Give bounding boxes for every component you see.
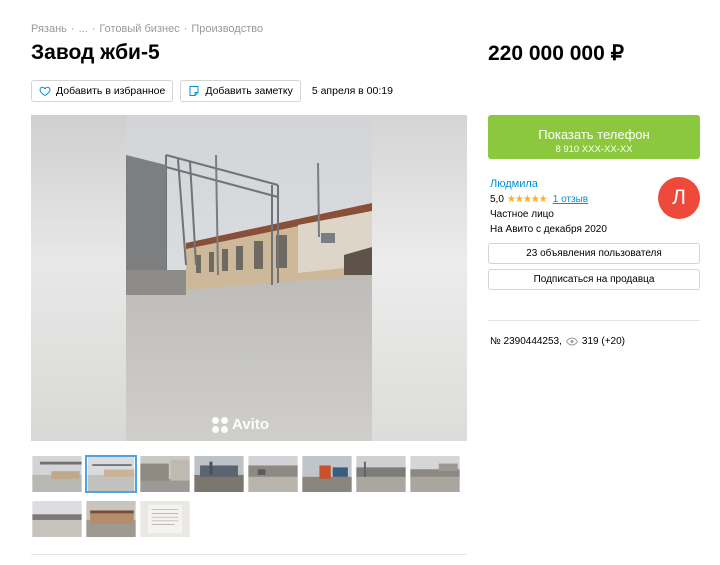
thumbnail-strip	[31, 455, 467, 545]
listing-actions: Добавить в избранное Добавить заметку 5 …	[31, 80, 393, 102]
thumbnail-4[interactable]	[193, 455, 245, 493]
thumbnail-image	[302, 456, 352, 492]
views-count: 319 (+20)	[581, 336, 625, 347]
subscribe-seller-button[interactable]: Подписаться на продавца	[488, 269, 700, 290]
breadcrumb-separator: ·	[70, 23, 75, 35]
listing-title: Завод жби-5	[31, 41, 160, 64]
thumbnail-image	[248, 456, 298, 492]
thumbnail-11[interactable]	[139, 500, 191, 538]
breadcrumb-city[interactable]: Рязань	[31, 23, 67, 35]
gallery-blur-right	[372, 115, 467, 441]
avito-logo-icon	[212, 416, 229, 433]
photo-gallery[interactable]: Avito	[31, 115, 467, 441]
breadcrumb-separator: ·	[91, 23, 96, 35]
breadcrumb-category[interactable]: Готовый бизнес	[99, 23, 179, 35]
avito-watermark: Avito	[212, 416, 269, 433]
factory-photo-image	[126, 115, 372, 441]
reviews-link[interactable]: 1 отзыв	[553, 194, 588, 205]
seller-avatar[interactable]: Л	[658, 177, 700, 219]
thumbnail-image	[86, 501, 136, 537]
breadcrumb-ellipsis[interactable]: ...	[79, 23, 88, 35]
listing-price: 220 000 000 ₽	[488, 42, 624, 65]
thumbnail-image	[140, 501, 190, 537]
show-phone-button[interactable]: Показать телефон 8 910 XXX-XX-XX	[488, 115, 700, 159]
thumbnail-3[interactable]	[139, 455, 191, 493]
listing-date: 5 апреля в 00:19	[311, 85, 393, 97]
note-icon	[189, 86, 199, 96]
thumbnail-image	[87, 457, 135, 491]
add-note-button[interactable]: Добавить заметку	[180, 80, 301, 102]
show-phone-label: Показать телефон	[538, 126, 650, 142]
thumbnail-2[interactable]	[85, 455, 137, 493]
thumbnail-image	[194, 456, 244, 492]
thumbnail-image	[356, 456, 406, 492]
thumbnail-5[interactable]	[247, 455, 299, 493]
content-divider	[31, 554, 467, 555]
sidebar-divider	[488, 320, 700, 321]
thumbnail-10[interactable]	[85, 500, 137, 538]
thumbnail-image	[140, 456, 190, 492]
thumbnail-image	[410, 456, 460, 492]
masked-phone-number: 8 910 XXX-XX-XX	[555, 143, 633, 155]
watermark-text: Avito	[232, 416, 269, 433]
gallery-blur-left	[31, 115, 126, 441]
breadcrumb: Рязань · ... · Готовый бизнес · Производ…	[31, 23, 263, 35]
breadcrumb-subcategory[interactable]: Производство	[191, 23, 263, 35]
rating-stars-icon: ★★★★★	[506, 194, 548, 205]
thumbnail-7[interactable]	[355, 455, 407, 493]
thumbnail-image	[32, 501, 82, 537]
add-note-label: Добавить заметку	[205, 85, 293, 97]
main-photo[interactable]: Avito	[126, 115, 372, 441]
rating-value: 5,0	[490, 194, 504, 205]
thumbnail-8[interactable]	[409, 455, 461, 493]
thumbnail-image	[32, 456, 82, 492]
thumbnail-1[interactable]	[31, 455, 83, 493]
add-to-favorites-label: Добавить в избранное	[56, 85, 166, 97]
listing-number: № 2390444253,	[490, 336, 562, 347]
seller-ads-button[interactable]: 23 объявления пользователя	[488, 243, 700, 264]
thumbnail-9[interactable]	[31, 500, 83, 538]
listing-meta: № 2390444253, 319 (+20)	[490, 336, 625, 347]
seller-since: На Авито с декабря 2020	[490, 224, 607, 235]
add-to-favorites-button[interactable]: Добавить в избранное	[31, 80, 174, 102]
eye-icon	[565, 337, 578, 346]
heart-icon	[39, 86, 51, 97]
thumbnail-6[interactable]	[301, 455, 353, 493]
breadcrumb-separator: ·	[183, 23, 188, 35]
